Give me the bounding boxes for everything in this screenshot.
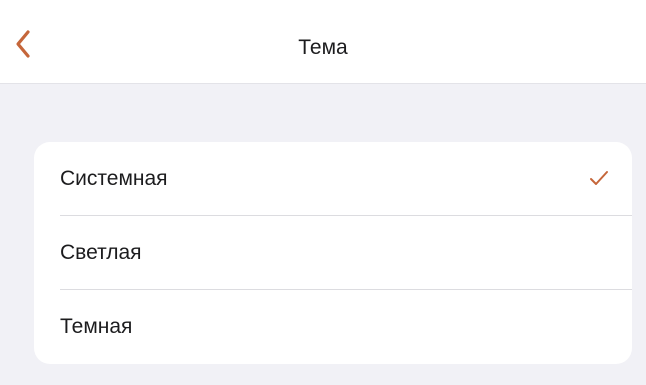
back-button[interactable] <box>6 26 40 62</box>
page-title: Тема <box>298 36 348 59</box>
theme-options-list: Системная Светлая Темная <box>34 142 632 364</box>
theme-settings-screen: Тема Системная Светлая Темная <box>0 0 646 385</box>
theme-option-label: Светлая <box>60 241 142 264</box>
navigation-bar: Тема <box>0 0 646 84</box>
theme-option-label: Темная <box>60 315 133 338</box>
theme-option-system[interactable]: Системная <box>34 142 632 216</box>
checkmark-icon <box>590 171 608 185</box>
theme-option-light[interactable]: Светлая <box>34 216 632 290</box>
theme-option-label: Системная <box>60 167 168 190</box>
theme-option-dark[interactable]: Темная <box>34 290 632 364</box>
chevron-left-icon <box>16 30 30 58</box>
